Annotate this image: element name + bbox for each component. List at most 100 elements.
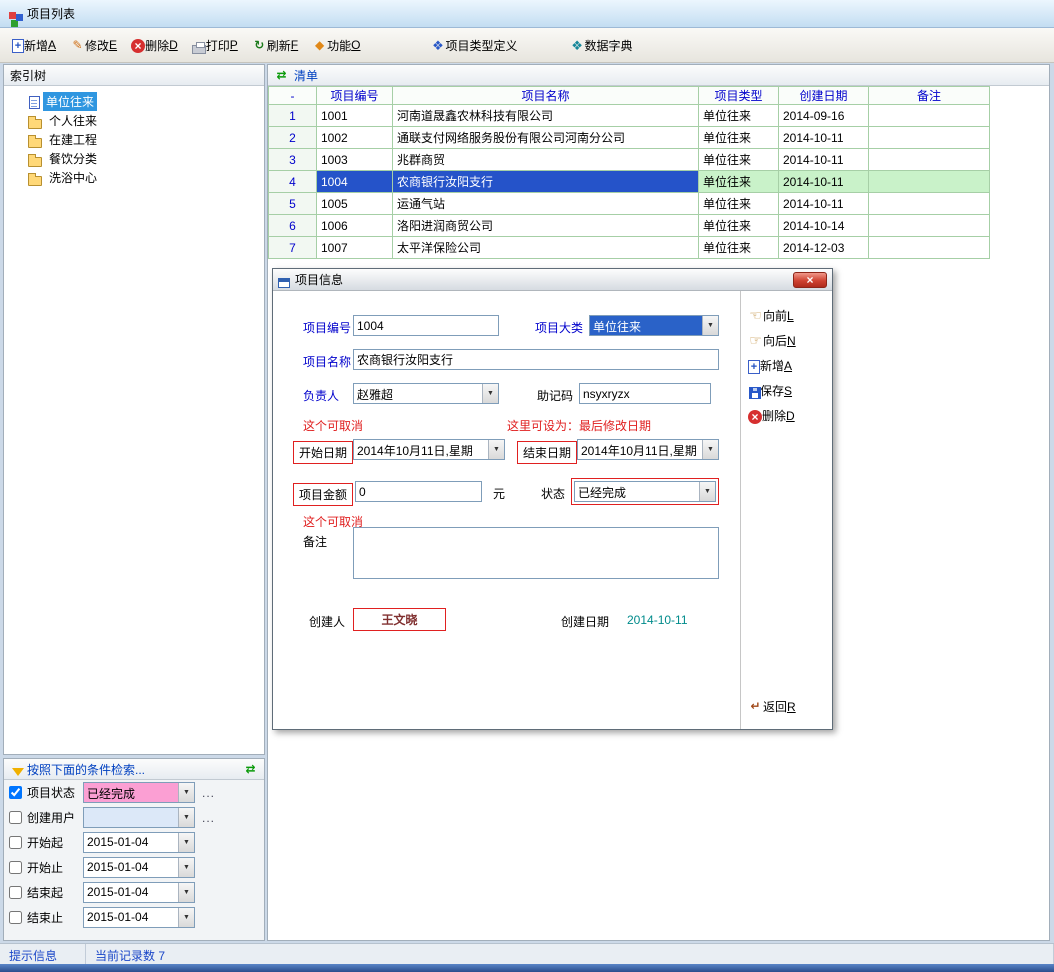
project-type-cell[interactable]: 单位往来 [699, 237, 779, 259]
dialog-next-button[interactable]: 向后 N [741, 328, 832, 353]
row-number-cell[interactable]: 2 [269, 127, 317, 149]
chevron-down-icon[interactable] [488, 440, 504, 459]
remark-cell[interactable] [869, 215, 990, 237]
table-row[interactable]: 51005运通气站单位往来2014-10-11 [269, 193, 990, 215]
table-row[interactable]: 71007太平洋保险公司单位往来2014-12-03 [269, 237, 990, 259]
project-name-cell[interactable]: 太平洋保险公司 [393, 237, 699, 259]
dialog-titlebar[interactable]: 项目信息 × [273, 269, 832, 291]
start-from-checkbox[interactable] [9, 836, 22, 849]
start-from-combo[interactable]: 2015-01-04 [83, 832, 195, 853]
chevron-down-icon[interactable] [699, 482, 715, 501]
create-user-checkbox[interactable] [9, 811, 22, 824]
project-code-cell[interactable]: 1001 [317, 105, 393, 127]
sidebar-item-3[interactable]: 在建工程 [4, 130, 264, 149]
sidebar-item-1[interactable]: 单位往来 [4, 92, 264, 111]
table-row[interactable]: 61006洛阳进润商贸公司单位往来2014-10-14 [269, 215, 990, 237]
start-to-checkbox[interactable] [9, 861, 22, 874]
toolbar-button-print[interactable]: 打印P [185, 33, 245, 58]
project-type-cell[interactable]: 单位往来 [699, 193, 779, 215]
status-combo[interactable]: 已经完成 [574, 481, 716, 502]
project-status-more-button[interactable]: ... [202, 786, 215, 800]
dialog-save-button[interactable]: 保存 S [741, 378, 832, 403]
table-row[interactable]: 41004农商银行汝阳支行单位往来2014-10-11 [269, 171, 990, 193]
toolbar-button-refresh[interactable]: 刷新F [245, 33, 305, 58]
project-code-cell[interactable]: 1006 [317, 215, 393, 237]
dialog-return-button[interactable]: 返回 R [741, 694, 803, 719]
create-user-more-button[interactable]: ... [202, 811, 215, 825]
project-type-cell[interactable]: 单位往来 [699, 149, 779, 171]
end-from-checkbox[interactable] [9, 886, 22, 899]
end-from-combo[interactable]: 2015-01-04 [83, 882, 195, 903]
project-name-cell[interactable]: 兆群商贸 [393, 149, 699, 171]
create-date-cell[interactable]: 2014-12-03 [779, 237, 869, 259]
toolbar-button-data-dictionary[interactable]: 数据字典 [563, 33, 640, 58]
sidebar-item-2[interactable]: 个人往来 [4, 111, 264, 130]
amount-button[interactable]: 项目金额 [293, 483, 353, 506]
chevron-down-icon[interactable] [178, 783, 194, 802]
start-date-combo[interactable]: 2014年10月11日,星期 [353, 439, 505, 460]
dialog-prev-button[interactable]: 向前 L [741, 303, 832, 328]
create-date-cell[interactable]: 2014-10-11 [779, 149, 869, 171]
project-code-cell[interactable]: 1005 [317, 193, 393, 215]
dialog-add-button[interactable]: 新增 A [741, 353, 832, 378]
mnemonic-input[interactable] [579, 383, 711, 404]
toolbar-button-project-type-define[interactable]: 项目类型定义 [424, 33, 525, 58]
row-number-cell[interactable]: 4 [269, 171, 317, 193]
remark-cell[interactable] [869, 127, 990, 149]
project-name-cell[interactable]: 农商银行汝阳支行 [393, 171, 699, 193]
row-number-cell[interactable]: 7 [269, 237, 317, 259]
project-type-cell[interactable]: 单位往来 [699, 127, 779, 149]
table-row[interactable]: 31003兆群商贸单位往来2014-10-11 [269, 149, 990, 171]
remark-cell[interactable] [869, 149, 990, 171]
toolbar-button-edit[interactable]: 修改E [63, 33, 124, 58]
project-status-checkbox[interactable] [9, 786, 22, 799]
create-date-cell[interactable]: 2014-09-16 [779, 105, 869, 127]
start-date-button[interactable]: 开始日期 [293, 441, 353, 464]
dialog-delete-button[interactable]: 删除 D [741, 403, 832, 428]
project-name-cell[interactable]: 通联支付网络服务股份有限公司河南分公司 [393, 127, 699, 149]
category-combo[interactable]: 单位往来 [589, 315, 719, 336]
chevron-down-icon[interactable] [178, 883, 194, 902]
end-date-button[interactable]: 结束日期 [517, 441, 577, 464]
create-date-cell[interactable]: 2014-10-11 [779, 127, 869, 149]
owner-combo[interactable]: 赵雅超 [353, 383, 499, 404]
table-row[interactable]: 11001河南道晟鑫农林科技有限公司单位往来2014-09-16 [269, 105, 990, 127]
remark-cell[interactable] [869, 237, 990, 259]
remark-textarea[interactable] [353, 527, 719, 579]
name-input[interactable] [353, 349, 719, 370]
end-to-checkbox[interactable] [9, 911, 22, 924]
toolbar-button-add[interactable]: 新增A [5, 33, 63, 58]
row-number-cell[interactable]: 6 [269, 215, 317, 237]
remark-cell[interactable] [869, 105, 990, 127]
sidebar-item-4[interactable]: 餐饮分类 [4, 149, 264, 168]
project-status-combo[interactable]: 已经完成 [83, 782, 195, 803]
chevron-down-icon[interactable] [178, 833, 194, 852]
close-icon[interactable]: × [793, 272, 827, 288]
swap-icon[interactable] [243, 762, 258, 777]
create-user-combo[interactable] [83, 807, 195, 828]
chevron-down-icon[interactable] [702, 316, 718, 335]
project-code-cell[interactable]: 1002 [317, 127, 393, 149]
code-input[interactable] [353, 315, 499, 336]
table-row[interactable]: 21002通联支付网络服务股份有限公司河南分公司单位往来2014-10-11 [269, 127, 990, 149]
project-code-cell[interactable]: 1004 [317, 171, 393, 193]
chevron-down-icon[interactable] [702, 440, 718, 459]
sidebar-item-5[interactable]: 洗浴中心 [4, 168, 264, 187]
project-type-cell[interactable]: 单位往来 [699, 105, 779, 127]
end-date-combo[interactable]: 2014年10月11日,星期 [577, 439, 719, 460]
row-number-cell[interactable]: 1 [269, 105, 317, 127]
project-name-cell[interactable]: 洛阳进润商贸公司 [393, 215, 699, 237]
swap-icon[interactable] [274, 68, 289, 83]
row-number-cell[interactable]: 3 [269, 149, 317, 171]
create-date-cell[interactable]: 2014-10-11 [779, 171, 869, 193]
row-number-cell[interactable]: 5 [269, 193, 317, 215]
project-code-cell[interactable]: 1007 [317, 237, 393, 259]
end-to-combo[interactable]: 2015-01-04 [83, 907, 195, 928]
project-name-cell[interactable]: 河南道晟鑫农林科技有限公司 [393, 105, 699, 127]
create-date-cell[interactable]: 2014-10-14 [779, 215, 869, 237]
create-date-cell[interactable]: 2014-10-11 [779, 193, 869, 215]
toolbar-button-delete[interactable]: 删除D [124, 33, 185, 58]
amount-input[interactable] [355, 481, 482, 502]
remark-cell[interactable] [869, 171, 990, 193]
remark-cell[interactable] [869, 193, 990, 215]
